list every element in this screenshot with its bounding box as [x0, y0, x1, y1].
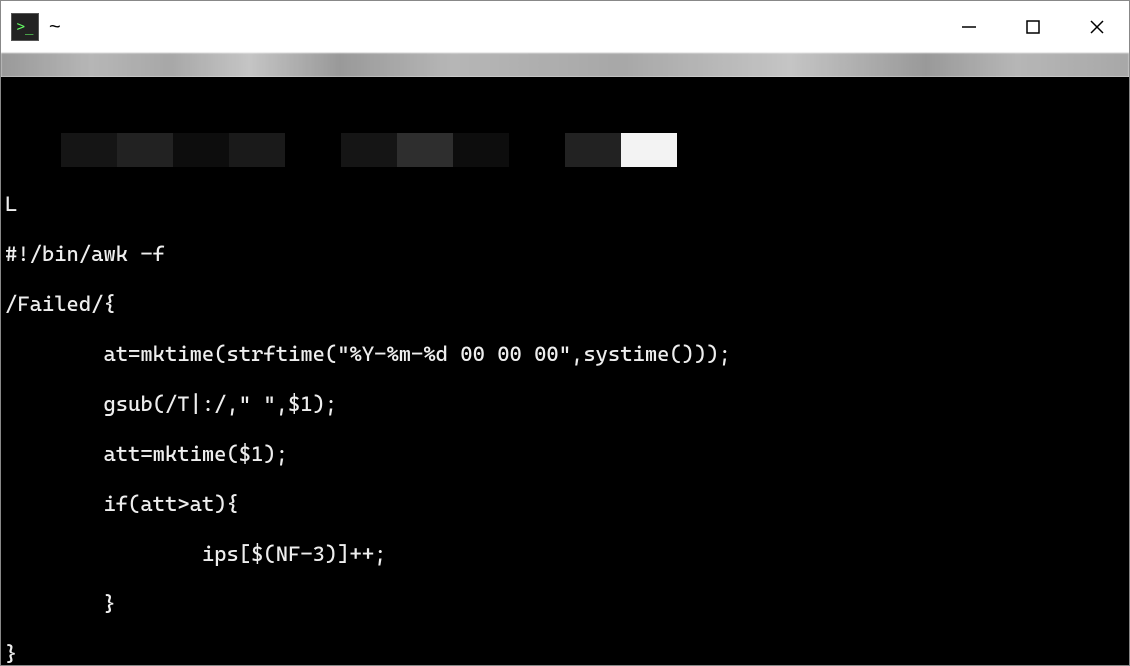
titlebar[interactable]: >_ ~ — [1, 1, 1129, 53]
minimize-button[interactable] — [937, 1, 1001, 53]
code-line: ips[$(NF-3)]++; — [5, 542, 386, 566]
code-line: at=mktime(strftime("%Y-%m-%d 00 00 00",s… — [5, 342, 731, 366]
code-line: } — [5, 592, 116, 616]
code-line: att=mktime($1); — [5, 442, 288, 466]
window-controls — [937, 1, 1129, 53]
terminal-body[interactable]: L #!/bin/awk -f /Failed/{ at=mktime(strf… — [1, 77, 1129, 665]
code-line: #!/bin/awk -f — [5, 242, 165, 266]
terminal-window: >_ ~ L #!/bin/awk -f /Failed/{ at=mktime… — [0, 0, 1130, 666]
terminal-icon: >_ — [17, 20, 34, 34]
code-line: L — [5, 192, 17, 216]
maximize-icon — [1024, 18, 1042, 36]
close-button[interactable] — [1065, 1, 1129, 53]
close-icon — [1088, 18, 1106, 36]
maximize-button[interactable] — [1001, 1, 1065, 53]
code-line: } — [5, 642, 17, 665]
minimize-icon — [960, 18, 978, 36]
code-line: /Failed/{ — [5, 292, 116, 316]
app-icon: >_ — [11, 13, 39, 41]
redacted-pixel-row — [5, 133, 1125, 167]
window-title: ~ — [49, 16, 937, 39]
code-line: gsub(/T|:/," ",$1); — [5, 392, 337, 416]
redacted-strip — [1, 53, 1129, 77]
code-line: if(att>at){ — [5, 492, 239, 516]
